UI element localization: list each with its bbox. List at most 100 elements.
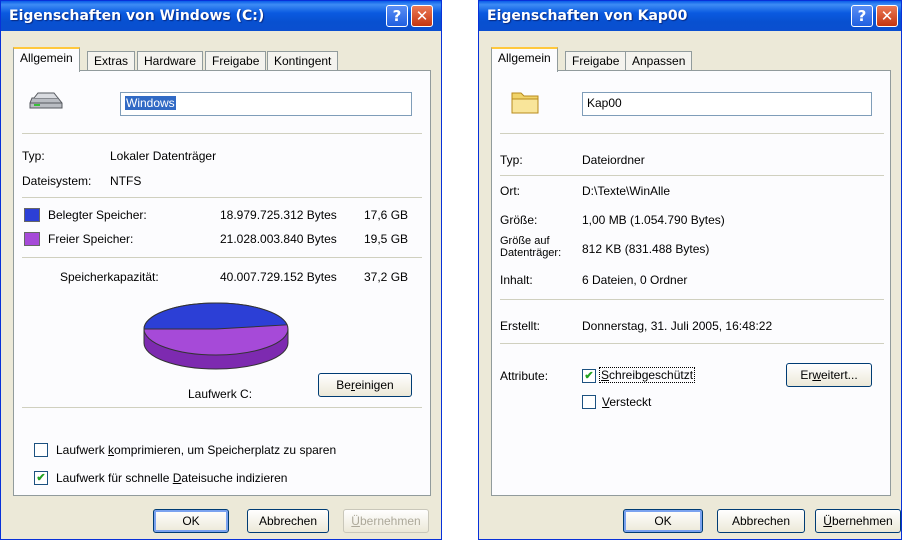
tab-allgemein[interactable]: Allgemein: [13, 47, 80, 72]
folder-name-value: Kap00: [587, 96, 622, 110]
index-label: Laufwerk für schnelle Dateisuche indizie…: [56, 471, 287, 485]
divider: [22, 257, 422, 258]
advanced-label-post: eitert...: [820, 368, 858, 382]
advanced-label-key: w: [812, 368, 821, 382]
title-bar[interactable]: Eigenschaften von Kap00 ? ✕: [479, 1, 901, 31]
used-space-gb: 17,6 GB: [364, 208, 409, 222]
divider: [22, 407, 422, 408]
readonly-checkbox[interactable]: ✔: [582, 369, 596, 383]
used-space-bytes: 18.979.725.312 Bytes: [220, 208, 337, 222]
cleanup-label-pre: Be: [336, 378, 351, 392]
tab-anpassen[interactable]: Anpassen: [625, 51, 693, 71]
filesystem-label: Dateisystem:: [22, 174, 92, 188]
index-label-pre: Laufwerk für schnelle: [56, 471, 173, 485]
size-value: 1,00 MB (1.054.790 Bytes): [582, 213, 725, 227]
tab-kontingent[interactable]: Kontingent: [267, 51, 339, 71]
drive-properties-window: Eigenschaften von Windows (C:) ? ✕ Allge…: [0, 0, 442, 540]
readonly-label: Schreibgeschützt: [598, 367, 696, 383]
created-value: Donnerstag, 31. Juli 2005, 16:48:22: [582, 319, 773, 333]
size-label: Größe:: [500, 213, 538, 227]
disk-size-value: 812 KB (831.488 Bytes): [582, 242, 710, 256]
created-label: Erstellt:: [500, 319, 541, 333]
location-value: D:\Texte\WinAlle: [582, 184, 671, 198]
cancel-button[interactable]: Abbrechen: [247, 509, 329, 533]
index-checkbox[interactable]: ✔: [34, 471, 48, 485]
free-space-swatch: [24, 232, 40, 246]
free-space-label: Freier Speicher:: [48, 232, 134, 246]
help-button[interactable]: ?: [386, 5, 408, 27]
attributes-label: Attribute:: [500, 369, 549, 383]
apply-label-post: bernehmen: [359, 514, 421, 528]
tab-allgemein[interactable]: Allgemein: [491, 47, 558, 72]
contents-label: Inhalt:: [500, 273, 533, 287]
capacity-bytes: 40.007.729.152 Bytes: [220, 270, 337, 284]
drive-name-value: Windows: [125, 96, 176, 110]
close-icon: ✕: [880, 7, 894, 25]
compress-label-pre: Laufwerk: [56, 443, 109, 457]
general-tab-panel: Kap00 Typ: Dateiordner Ort: D:\Texte\Win…: [491, 70, 891, 496]
divider: [500, 343, 884, 344]
folder-icon: [511, 92, 539, 114]
cancel-button[interactable]: Abbrechen: [717, 509, 805, 533]
advanced-label-pre: Er: [800, 368, 813, 382]
readonly-label-key: S: [601, 368, 610, 382]
drive-caption: Laufwerk C:: [188, 387, 253, 401]
compress-checkbox[interactable]: [34, 443, 48, 457]
capacity-label: Speicherkapazität:: [60, 270, 159, 284]
used-space-swatch: [24, 208, 40, 222]
type-value: Dateiordner: [582, 153, 645, 167]
advanced-button[interactable]: Erweitert...: [786, 363, 872, 387]
close-button[interactable]: ✕: [411, 5, 433, 27]
divider: [500, 175, 884, 176]
disk-usage-pie: [143, 302, 289, 370]
checkmark-icon: ✔: [36, 472, 46, 484]
capacity-gb: 37,2 GB: [364, 270, 409, 284]
used-space-label: Belegter Speicher:: [48, 208, 147, 222]
ok-button[interactable]: OK: [153, 509, 229, 533]
readonly-label-post: chreibgeschützt: [609, 368, 694, 382]
hidden-checkbox[interactable]: [582, 395, 596, 409]
drive-icon: [29, 92, 63, 109]
drive-name-input[interactable]: Windows: [120, 92, 412, 116]
apply-label-key: Ü: [351, 514, 360, 528]
folder-name-input[interactable]: Kap00: [582, 92, 872, 116]
ok-button[interactable]: OK: [623, 509, 703, 533]
cleanup-label-post: einigen: [354, 378, 394, 392]
cleanup-button[interactable]: Bereinigen: [318, 373, 412, 397]
disk-size-label: Größe auf Datenträger:: [500, 235, 561, 259]
help-icon: ?: [392, 7, 402, 25]
pie-used-slice: [143, 302, 288, 330]
disk-size-label-line2: Datenträger:: [500, 247, 562, 259]
contents-value: 6 Dateien, 0 Ordner: [582, 273, 688, 287]
tab-freigabe[interactable]: Freigabe: [205, 51, 267, 71]
free-space-bytes: 21.028.003.840 Bytes: [220, 232, 337, 246]
help-button[interactable]: ?: [851, 5, 873, 27]
divider: [22, 133, 422, 134]
window-title: Eigenschaften von Windows (C:): [9, 8, 265, 24]
apply-button[interactable]: Übernehmen: [815, 509, 901, 533]
hidden-label: Versteckt: [602, 395, 651, 409]
divider: [22, 197, 422, 198]
tab-freigabe[interactable]: Freigabe: [565, 51, 627, 71]
tab-extras[interactable]: Extras: [87, 51, 136, 71]
hidden-label-post: ersteckt: [609, 395, 652, 409]
location-label: Ort:: [500, 184, 520, 198]
checkmark-icon: ✔: [584, 370, 594, 382]
compress-label: Laufwerk komprimieren, um Speicherplatz …: [56, 443, 336, 457]
index-label-post: ateisuche indizieren: [181, 471, 288, 485]
apply-label-post: bernehmen: [831, 514, 893, 528]
title-bar[interactable]: Eigenschaften von Windows (C:) ? ✕: [1, 1, 441, 31]
help-icon: ?: [857, 7, 867, 25]
close-icon: ✕: [415, 7, 429, 25]
general-tab-panel: Windows Typ: Lokaler Datenträger Dateisy…: [13, 70, 431, 496]
free-space-gb: 19,5 GB: [364, 232, 409, 246]
tab-hardware[interactable]: Hardware: [137, 51, 204, 71]
disk-size-label-line1: Größe auf: [500, 235, 550, 247]
window-title: Eigenschaften von Kap00: [487, 8, 688, 24]
apply-button[interactable]: Übernehmen: [343, 509, 429, 533]
type-label: Typ:: [22, 149, 45, 163]
type-value: Lokaler Datenträger: [110, 149, 217, 163]
type-label: Typ:: [500, 153, 523, 167]
divider: [500, 299, 884, 300]
close-button[interactable]: ✕: [876, 5, 898, 27]
